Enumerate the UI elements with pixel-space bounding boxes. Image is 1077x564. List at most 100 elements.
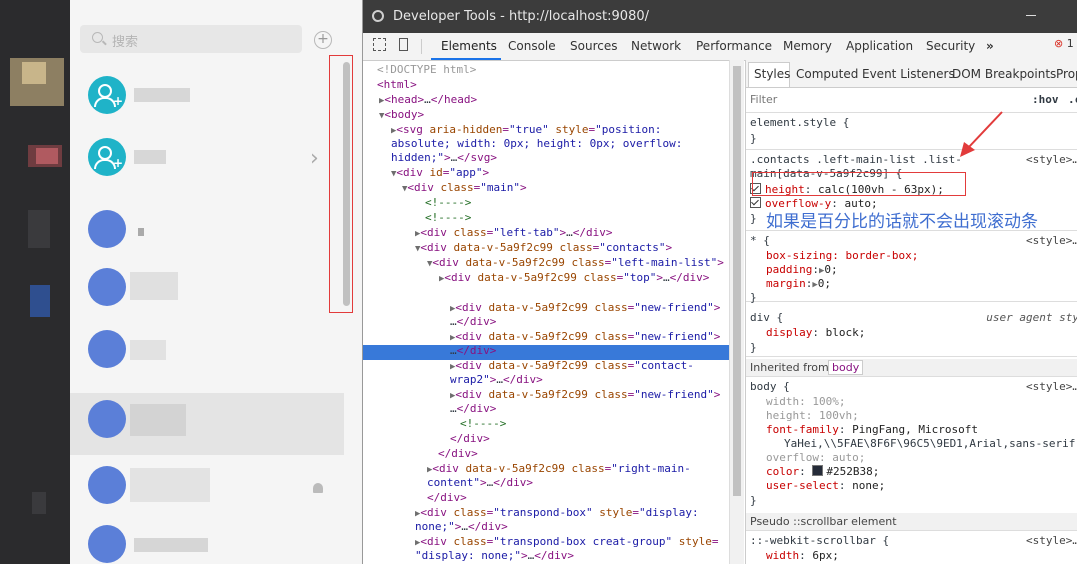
prop-box-sizing[interactable]: box-sizing: border-box;: [766, 248, 918, 263]
elements-tree: <!DOCTYPE html> <html> ▶<head>…</head> ▼…: [363, 60, 729, 564]
prop-color[interactable]: color: #252B38;: [766, 464, 879, 479]
error-counter[interactable]: ⊗ 1: [1054, 37, 1074, 50]
rule-selector[interactable]: body {: [750, 379, 790, 394]
tab-elements[interactable]: Elements: [441, 39, 497, 53]
more-tabs-button[interactable]: »: [986, 39, 994, 53]
tree-line[interactable]: </div>: [438, 446, 478, 461]
inherited-from-chip[interactable]: body: [828, 360, 864, 375]
tree-line[interactable]: ▶<head>…</head>: [379, 92, 477, 107]
prop-width-inherited[interactable]: width: 100%;: [766, 394, 845, 409]
tree-line[interactable]: ▶<div class="left-tab">…</div>: [415, 225, 613, 240]
tree-line[interactable]: ▼<div data-v-5a9f2c99 class="contacts">: [415, 240, 672, 255]
contact-avatar[interactable]: [88, 525, 126, 563]
rail-icon-blurred-4[interactable]: [32, 492, 46, 514]
tree-line[interactable]: ▶<div data-v-5a9f2c99 class="new-friend"…: [450, 329, 720, 344]
tree-line[interactable]: </div>: [427, 490, 467, 505]
close-brace: }: [750, 494, 757, 507]
tree-line[interactable]: <!---->: [425, 195, 471, 210]
tree-line[interactable]: </div>: [450, 431, 490, 446]
close-brace: }: [750, 291, 757, 304]
tree-line[interactable]: ▶<div data-v-5a9f2c99 class="top">…</div…: [439, 270, 709, 285]
device-toolbar-icon[interactable]: [399, 38, 408, 51]
prop-scrollbar-width[interactable]: width: 6px;: [766, 548, 839, 563]
contact-list-panel: 搜索 + + + ›: [70, 0, 362, 564]
rule-selector[interactable]: * {: [750, 233, 770, 248]
tree-line[interactable]: ▶<svg aria-hidden="true" style="position…: [391, 122, 661, 137]
tree-line[interactable]: <!---->: [460, 416, 506, 431]
tree-line: "display: none;">…</div>: [415, 549, 574, 562]
elements-scrollbar[interactable]: [729, 60, 744, 564]
elements-scrollbar-thumb[interactable]: [733, 66, 741, 496]
tab-sources[interactable]: Sources: [570, 39, 617, 53]
inspect-element-icon[interactable]: [373, 38, 386, 51]
tree-line[interactable]: ▶<div data-v-5a9f2c99 class="new-friend"…: [450, 387, 720, 402]
prop-display[interactable]: display: block;: [766, 325, 865, 340]
contact-avatar[interactable]: [88, 466, 126, 504]
tree-line[interactable]: <!DOCTYPE html>: [377, 62, 476, 77]
devtools-toolbar: Elements Console Sources Network Perform…: [363, 33, 1077, 61]
tree-line[interactable]: <!---->: [425, 210, 471, 225]
tab-performance[interactable]: Performance: [696, 39, 772, 53]
group-add-icon[interactable]: +: [88, 138, 126, 176]
contact-avatar[interactable]: [88, 330, 126, 368]
tab-application[interactable]: Application: [846, 39, 913, 53]
tab-network[interactable]: Network: [631, 39, 681, 53]
blurred-name: [134, 150, 166, 164]
inherited-header: Inherited from body: [746, 359, 1077, 377]
scrollbar-highlight-box: [329, 55, 353, 313]
prop-overflow-inherited[interactable]: overflow: auto;: [766, 450, 865, 465]
tab-console[interactable]: Console: [508, 39, 556, 53]
tree-line[interactable]: ▼<div id="app">: [391, 165, 489, 180]
contact-avatar[interactable]: [88, 400, 126, 438]
tree-line[interactable]: ▼<body>: [379, 107, 424, 122]
prop-padding[interactable]: padding:▶0;: [766, 262, 838, 277]
tree-line: …</div>: [450, 402, 497, 415]
tab-security[interactable]: Security: [926, 39, 975, 53]
tree-line[interactable]: ▶<div data-v-5a9f2c99 class="new-friend"…: [450, 300, 720, 315]
tree-line[interactable]: ▶<div data-v-5a9f2c99 class="right-main-: [427, 461, 691, 476]
tree-line: content">…</div>: [427, 476, 533, 489]
avatar-pixel: [22, 62, 46, 84]
tree-line-selected[interactable]: ··· ▼<div data-v-5a9f2c99 class="list-ma…: [365, 285, 703, 300]
rule-body: body { <style>… width: 100%; height: 100…: [746, 377, 1077, 518]
tree-line[interactable]: ▶<div class="transpond-box creat-group" …: [415, 534, 718, 549]
color-swatch[interactable]: [812, 465, 824, 476]
tree-line[interactable]: ▼<div class="main">: [402, 180, 527, 195]
pseudo-header: Pseudo ::scrollbar element: [746, 513, 1077, 531]
mute-bell-icon: [313, 483, 323, 493]
chevron-right-icon[interactable]: ›: [310, 146, 319, 171]
tree-line: none;">…</div>: [415, 520, 508, 533]
rule-selector[interactable]: ::-webkit-scrollbar {: [750, 533, 889, 548]
blurred-name: [130, 272, 178, 300]
rail-icon-blurred-3[interactable]: [30, 285, 50, 317]
prop-margin[interactable]: margin:▶0;: [766, 276, 831, 291]
tree-line[interactable]: ▶<div class="transpond-box" style="displ…: [415, 505, 699, 520]
prop-height-inherited[interactable]: height: 100vh;: [766, 408, 859, 423]
rule-source-link[interactable]: <style>…: [1026, 533, 1077, 548]
contact-avatar[interactable]: [88, 268, 126, 306]
prop-font-family[interactable]: font-family: PingFang, Microsoft: [766, 422, 978, 437]
blurred-name: [130, 404, 186, 436]
inherited-label: Inherited from: [750, 361, 829, 374]
window-title: Developer Tools - http://localhost:9080/: [393, 9, 649, 24]
search-icon: [92, 32, 103, 43]
contact-avatar[interactable]: [88, 210, 126, 248]
rail-icon-blurred-2[interactable]: [28, 210, 50, 248]
rule-selector[interactable]: div {: [750, 310, 783, 325]
devtools-logo-icon: [372, 10, 384, 22]
tree-line[interactable]: ▶<div data-v-5a9f2c99 class="contact-: [450, 358, 694, 373]
close-brace: }: [750, 212, 757, 225]
blurred-name: [130, 340, 166, 360]
new-friend-icon[interactable]: +: [88, 76, 126, 114]
prop-user-select[interactable]: user-select: none;: [766, 478, 885, 493]
tab-memory[interactable]: Memory: [783, 39, 832, 53]
tree-line[interactable]: ▼<div data-v-5a9f2c99 class="left-main-l…: [427, 255, 724, 270]
search-input[interactable]: 搜索: [80, 25, 302, 53]
add-button[interactable]: +: [314, 31, 332, 49]
tree-line[interactable]: <html>: [377, 77, 417, 92]
blurred-name: [130, 468, 210, 502]
minimize-icon[interactable]: [1026, 15, 1036, 16]
tree-line: hidden;">…</svg>: [391, 151, 497, 164]
rule-source-link[interactable]: <style>…: [1026, 379, 1077, 394]
rule-source-link[interactable]: <style>…: [1026, 233, 1077, 248]
